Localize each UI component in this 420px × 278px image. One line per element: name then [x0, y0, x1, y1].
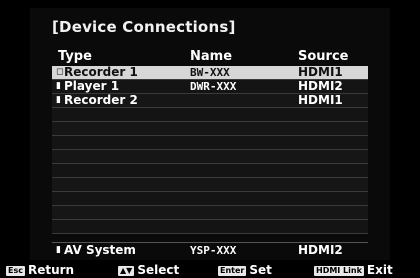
device-connections-panel: [Device Connections] Type Name Source ◻ …	[30, 8, 390, 260]
empty-row	[52, 192, 368, 206]
empty-row	[52, 164, 368, 178]
av-system-name: YSP-XXX	[190, 244, 237, 257]
device-mark-icon: ◻	[56, 67, 64, 77]
device-mark-icon: ▮	[56, 81, 61, 91]
footer-select[interactable]: ▲▼ Select	[118, 263, 179, 278]
device-row-recorder-1[interactable]: ◻ Recorder 1 BW-XXX HDMI1	[52, 66, 368, 80]
device-type: Player 1	[64, 79, 120, 93]
footer-key-guide: Esc Return ▲▼ Select Enter Set HDMI Link…	[0, 263, 420, 278]
arrow-keys-icon: ▲▼	[118, 265, 135, 276]
hdmi-link-key-icon: HDMI Link	[314, 265, 364, 276]
esc-key-icon: Esc	[6, 265, 25, 276]
device-source: HDMI1	[298, 65, 343, 79]
device-source: HDMI2	[298, 79, 343, 93]
empty-row	[52, 178, 368, 192]
footer-return[interactable]: Esc Return	[6, 263, 74, 278]
device-source: HDMI1	[298, 93, 343, 107]
empty-row	[52, 206, 368, 220]
av-system-row[interactable]: ▮ AV System YSP-XXX HDMI2	[52, 242, 368, 258]
footer-set-label: Set	[249, 263, 272, 277]
av-system-mark-icon: ▮	[56, 245, 61, 255]
empty-row	[52, 122, 368, 136]
device-name: BW-XXX	[190, 66, 230, 79]
empty-row	[52, 108, 368, 122]
empty-row	[52, 150, 368, 164]
empty-row	[52, 136, 368, 150]
av-system-source: HDMI2	[298, 243, 343, 257]
column-header-source: Source	[298, 49, 349, 64]
device-mark-icon: ▮	[56, 95, 61, 105]
column-header-name: Name	[190, 49, 233, 64]
footer-set[interactable]: Enter Set	[218, 263, 272, 278]
footer-return-label: Return	[27, 263, 75, 277]
footer-select-label: Select	[137, 263, 180, 277]
column-header-type: Type	[58, 49, 92, 64]
av-system-type: AV System	[64, 243, 136, 257]
page-title: [Device Connections]	[52, 18, 236, 36]
footer-exit[interactable]: HDMI Link Exit	[314, 263, 393, 278]
footer-exit-label: Exit	[366, 263, 393, 277]
device-row-recorder-2[interactable]: ▮ Recorder 2 HDMI1	[52, 94, 368, 108]
empty-row	[52, 220, 368, 234]
device-type: Recorder 1	[64, 65, 138, 79]
enter-key-icon: Enter	[218, 265, 247, 276]
device-type: Recorder 2	[64, 93, 138, 107]
device-list: ◻ Recorder 1 BW-XXX HDMI1 ▮ Player 1 DWR…	[52, 66, 368, 234]
device-name: DWR-XXX	[190, 80, 237, 93]
device-row-player-1[interactable]: ▮ Player 1 DWR-XXX HDMI2	[52, 80, 368, 94]
